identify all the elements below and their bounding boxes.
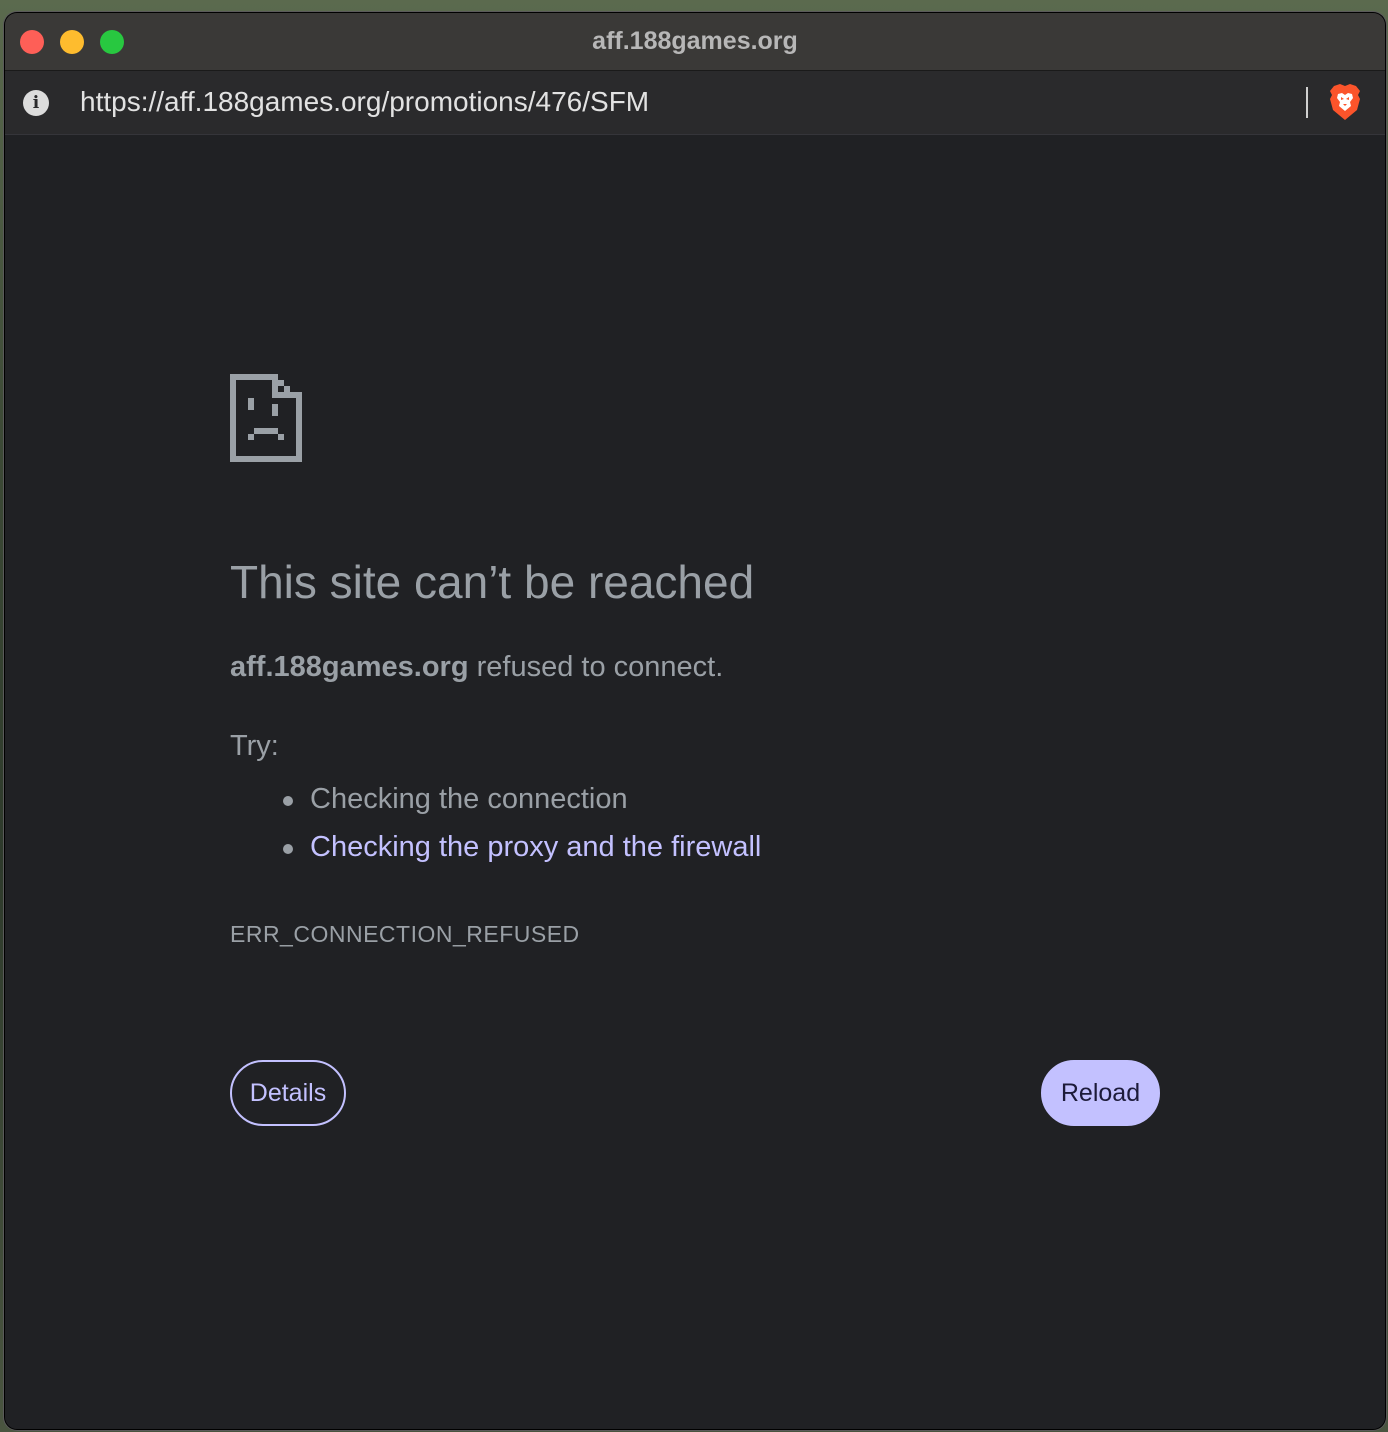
title-bar: aff.188games.org <box>5 13 1385 71</box>
error-code: ERR_CONNECTION_REFUSED <box>230 921 580 947</box>
info-icon[interactable]: i <box>23 90 49 116</box>
suggestion-list: Checking the connection Checking the pro… <box>230 775 761 871</box>
error-page: This site can’t be reached aff.188games.… <box>5 135 1385 1429</box>
reload-button[interactable]: Reload <box>1041 1060 1160 1126</box>
try-label: Try: <box>230 730 279 762</box>
browser-window: aff.188games.org i https://aff.188games.… <box>5 13 1385 1429</box>
error-message-text: refused to connect. <box>468 651 724 683</box>
error-message: aff.188games.org refused to connect. <box>230 651 723 684</box>
error-host: aff.188games.org <box>230 651 469 683</box>
sad-document-icon <box>230 374 302 462</box>
brave-lion-icon[interactable] <box>1328 83 1362 121</box>
address-bar-divider <box>1306 87 1308 118</box>
window-title: aff.188games.org <box>592 27 798 55</box>
suggestion-check-proxy-link[interactable]: Checking the proxy and the firewall <box>282 823 761 871</box>
address-bar: i https://aff.188games.org/promotions/47… <box>5 71 1385 135</box>
error-heading: This site can’t be reached <box>230 556 755 608</box>
url-field[interactable]: https://aff.188games.org/promotions/476/… <box>80 86 649 118</box>
details-button[interactable]: Details <box>230 1060 346 1126</box>
suggestion-check-connection: Checking the connection <box>282 775 761 823</box>
